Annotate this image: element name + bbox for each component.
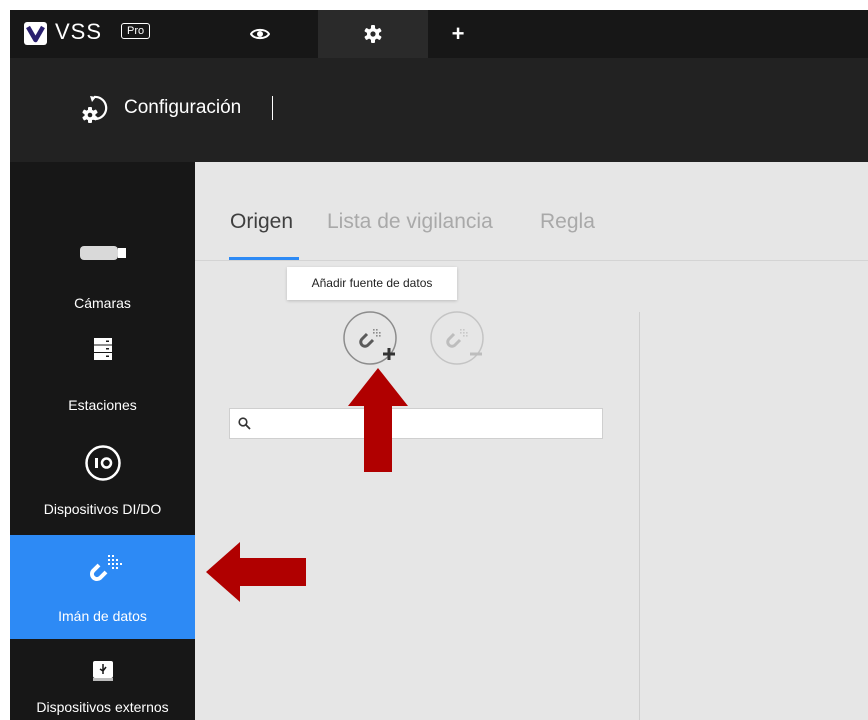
settings-gear-arrow-icon — [82, 95, 108, 123]
eye-icon — [250, 28, 270, 40]
io-icon — [85, 445, 121, 481]
main-content: Origen Lista de vigilancia Regla Añadir … — [195, 162, 868, 720]
magnet-remove-icon — [430, 311, 484, 365]
gear-icon — [364, 25, 382, 43]
search-icon — [238, 417, 251, 430]
sidebar-item-label: Cámaras — [74, 295, 131, 311]
sidebar-item-label: Dispositivos DI/DO — [43, 501, 162, 517]
sidebar-item-label: Dispositivos externos — [36, 699, 169, 715]
logo — [24, 22, 47, 45]
data-magnet-icon — [90, 555, 122, 581]
sidebar-item-label: Imán de datos — [58, 608, 147, 624]
remove-data-source-button[interactable] — [429, 310, 485, 366]
sidebar-item-cameras[interactable]: Cámaras — [10, 202, 195, 311]
top-bar: VSS Pro + — [10, 10, 868, 58]
sidebar-item-dido[interactable]: Dispositivos DI/DO — [10, 432, 195, 532]
search-input[interactable] — [258, 409, 598, 438]
tab-origen[interactable]: Origen — [230, 208, 293, 236]
plus-icon: + — [451, 21, 465, 46]
magnet-add-icon — [343, 311, 397, 365]
page-header: Configuración — [10, 58, 868, 162]
tab-lista-de-vigilancia[interactable]: Lista de vigilancia — [327, 208, 493, 236]
pro-badge: Pro — [121, 23, 151, 39]
sidebar-item-external-devices[interactable]: Dispositivos externos — [10, 642, 195, 720]
tab-live-view[interactable] — [230, 10, 290, 58]
sidebar-item-stations[interactable]: Estaciones — [10, 312, 195, 422]
tab-bar: Origen Lista de vigilancia Regla — [195, 162, 868, 261]
sidebar-item-label: Estaciones — [68, 397, 137, 413]
up-arrow-annotation — [348, 368, 408, 472]
tab-regla[interactable]: Regla — [540, 208, 595, 236]
page-title: Configuración — [124, 97, 242, 118]
tooltip: Añadir fuente de datos — [287, 267, 457, 300]
tab-settings[interactable] — [318, 10, 428, 58]
left-arrow-annotation — [206, 542, 306, 602]
sidebar-item-data-magnet[interactable]: Imán de datos — [10, 535, 195, 639]
usb-drive-icon — [93, 661, 113, 681]
server-icon — [94, 338, 112, 360]
header-divider — [272, 96, 273, 120]
add-tab-button[interactable]: + — [438, 10, 478, 58]
app-window: VSS Pro + Configuración Cámaras Estacion… — [10, 10, 868, 720]
camera-icon — [80, 246, 126, 260]
add-data-source-button[interactable] — [342, 310, 398, 366]
active-tab-indicator — [229, 257, 299, 260]
brand-name: VSS — [55, 19, 103, 44]
panel-divider — [639, 312, 640, 720]
sidebar: Cámaras Estaciones Dispositivos DI/DO Im… — [10, 162, 195, 720]
search-box — [229, 408, 603, 439]
